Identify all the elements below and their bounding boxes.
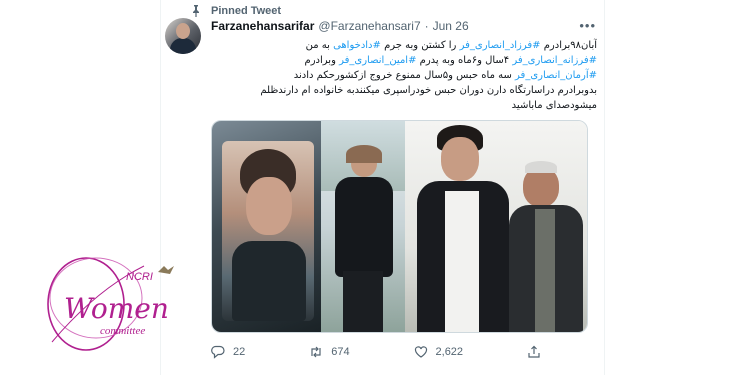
text-segment: به من <box>305 40 334 51</box>
logo-subtitle: committee <box>100 325 145 337</box>
tweet-text: آبان۹۸برادرم #فرزاد_انصاری_فر را کشتن وب… <box>209 38 597 113</box>
author-handle[interactable]: @Farzanehansari7 <box>318 19 420 33</box>
heart-icon <box>414 346 427 358</box>
photo-panel-portrait <box>212 121 322 332</box>
tweet-line-3: #آرمان_انصاری_فر سه ماه حبس و۵سال ممنوع … <box>209 68 597 83</box>
retweet-icon <box>311 346 321 358</box>
hashtag-link[interactable]: #امین_انصاری_فر <box>339 55 416 66</box>
share-button[interactable] <box>527 345 541 359</box>
more-options-icon[interactable]: ••• <box>579 18 596 33</box>
separator-dot: · <box>424 19 429 33</box>
logo-word: Women <box>64 292 169 325</box>
ncri-women-committee-logo: NCRI Women committee <box>47 257 174 351</box>
tweet-header: Farzanehansarifar @Farzanehansari7 · Jun… <box>211 19 599 33</box>
hashtag-link[interactable]: #فرزاد_انصاری_فر <box>460 40 541 51</box>
retweet-button[interactable]: 674 <box>309 345 350 359</box>
reply-button[interactable]: 22 <box>211 345 245 359</box>
pinned-indicator: Pinned Tweet <box>191 5 281 17</box>
tweet-actions: 22 674 2,622 <box>211 345 541 359</box>
photo-panel-woman <box>321 121 405 332</box>
share-icon <box>528 345 540 358</box>
text-segment: وبرادرم <box>304 55 340 66</box>
tweet-date[interactable]: Jun 26 <box>433 19 469 33</box>
hashtag-link[interactable]: #دادخواهی <box>333 40 381 51</box>
logo-brand: NCRI <box>126 271 153 283</box>
reply-count: 22 <box>233 346 246 358</box>
pinned-label: Pinned Tweet <box>211 5 282 17</box>
tweet-photo[interactable] <box>211 120 588 333</box>
tweet-card[interactable]: Pinned Tweet Farzanehansarifar @Farzaneh… <box>160 0 605 375</box>
reply-icon <box>211 345 225 359</box>
text-segment: سه ماه حبس و۵سال ممنوع خروج ازکشورحکم دا… <box>293 70 516 81</box>
tweet-line-1: آبان۹۸برادرم #فرزاد_انصاری_فر را کشتن وب… <box>209 38 597 53</box>
hashtag-link[interactable]: #فرزانه_انصاری_فر <box>512 55 597 66</box>
hashtag-link[interactable]: #آرمان_انصاری_فر <box>515 70 597 81</box>
tweet-line-4: بدوبرادرم دراسارتگاه دارن دوران حبس خودر… <box>260 85 597 96</box>
retweet-count: 674 <box>331 346 350 358</box>
photo-panel-father-son <box>404 121 587 332</box>
pin-icon <box>193 5 199 17</box>
lion-emblem-icon <box>158 266 174 274</box>
text-segment: ۴سال و۶ماه وبه پدرم <box>416 55 513 66</box>
avatar[interactable] <box>165 18 201 54</box>
like-count: 2,622 <box>435 346 464 358</box>
text-segment: را کشتن وبه جرم <box>380 40 460 51</box>
tweet-line-5: میشودصدای ماباشید <box>511 100 597 111</box>
like-button[interactable]: 2,622 <box>414 345 464 359</box>
author-name[interactable]: Farzanehansarifar <box>211 19 314 33</box>
text-segment: آبان۹۸برادرم <box>540 40 597 51</box>
tweet-line-2: #فرزانه_انصاری_فر ۴سال و۶ماه وبه پدرم #ا… <box>209 53 597 68</box>
